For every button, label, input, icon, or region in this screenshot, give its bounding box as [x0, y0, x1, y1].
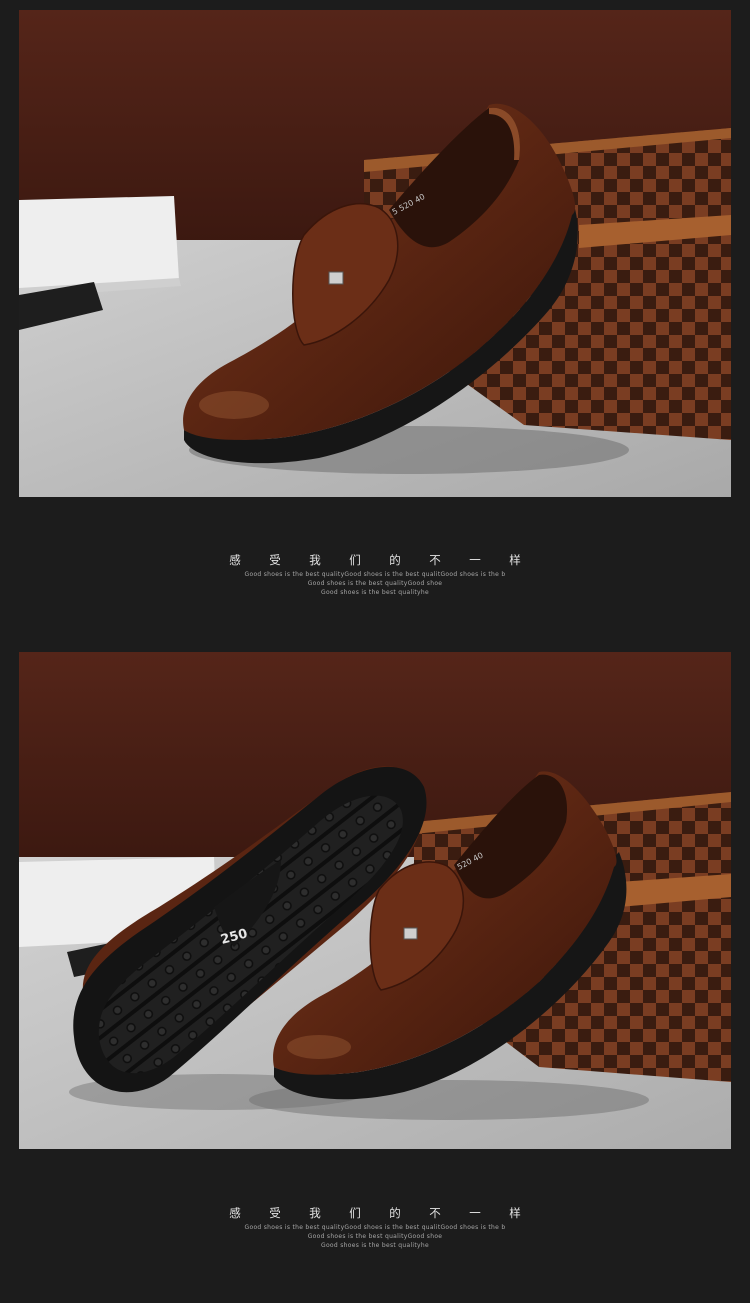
product-photo-1: 5 520 40	[19, 10, 731, 497]
slogan-line: Good shoes is the best qualityhe	[321, 1242, 429, 1249]
heading-char: 们	[349, 553, 361, 567]
slogan-block-2: 感 受 我 们 的 不 一 样 Good shoes is the best qualityG…	[0, 1205, 750, 1250]
heading-char: 不	[429, 1206, 441, 1220]
slogan-line: Good shoes is the best qualityGood shoes…	[244, 1224, 506, 1231]
heading-char: 我	[309, 553, 321, 567]
heading-char: 的	[389, 553, 401, 567]
slogan-heading-2: 感受我们的不一样	[0, 1205, 750, 1221]
heading-char: 感	[229, 553, 241, 567]
shoe-photo-1-graphic: 5 520 40	[19, 10, 731, 497]
heading-char: 一	[469, 1206, 481, 1220]
product-photo-2: 250 520 40	[19, 652, 731, 1149]
heading-char: 不	[429, 553, 441, 567]
heading-char: 受	[269, 553, 281, 567]
heading-char: 样	[509, 1206, 521, 1220]
slogan-line: Good shoes is the best qualityGood shoe	[307, 1233, 443, 1240]
heading-char: 我	[309, 1206, 321, 1220]
slogan-block-1: 感 受 我 们 的 不 一 样 Good shoes is the best qualityG…	[0, 552, 750, 597]
slogan-line: Good shoes is the best qualityhe	[321, 589, 429, 596]
slogan-line: Good shoes is the best qualityGood shoes…	[244, 571, 506, 578]
heading-char: 们	[349, 1206, 361, 1220]
shoe-photo-2-graphic: 250 520 40	[19, 652, 731, 1149]
heading-char: 一	[469, 553, 481, 567]
heading-char: 感	[229, 1206, 241, 1220]
heading-char: 样	[509, 553, 521, 567]
heading-char: 受	[269, 1206, 281, 1220]
heading-char: 的	[389, 1206, 401, 1220]
slogan-line: Good shoes is the best qualityGood shoe	[307, 580, 443, 587]
slogan-heading-1: 感受我们的不一样	[0, 552, 750, 568]
